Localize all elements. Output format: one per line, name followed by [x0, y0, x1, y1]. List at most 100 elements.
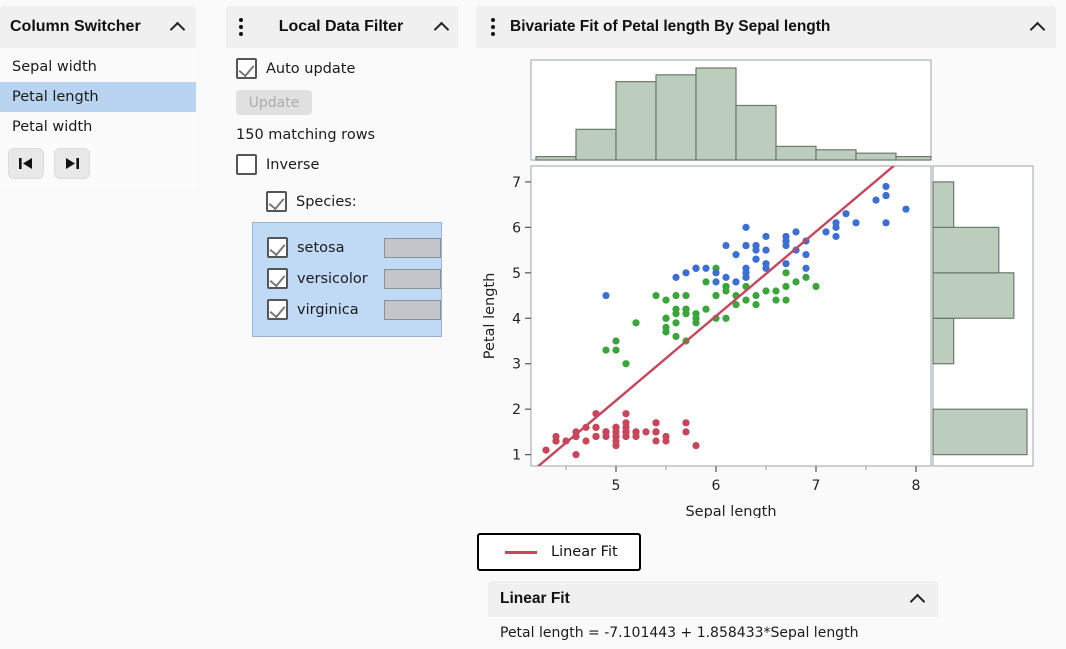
local-data-filter-header[interactable]: Local Data Filter — [226, 6, 458, 48]
data-point — [682, 310, 689, 317]
chevron-up-icon[interactable] — [434, 19, 450, 35]
list-item-setosa[interactable]: setosa — [267, 232, 441, 263]
data-point — [882, 183, 889, 190]
skip-to-start-button[interactable] — [8, 148, 44, 179]
auto-update-label: Auto update — [266, 61, 355, 77]
data-point — [732, 278, 739, 285]
versicolor-checkbox[interactable] — [267, 268, 288, 289]
top-histogram-bar — [816, 150, 856, 160]
svg-text:3: 3 — [512, 357, 521, 373]
data-point — [672, 292, 679, 299]
top-histogram-bar — [776, 146, 816, 160]
kebab-menu-icon[interactable] — [234, 18, 248, 36]
sidebar-item-sepal-width[interactable]: Sepal width — [0, 52, 196, 82]
kebab-menu-icon[interactable] — [486, 18, 500, 36]
data-point — [552, 437, 559, 444]
species-checkbox[interactable] — [266, 191, 287, 212]
data-point — [782, 260, 789, 267]
inverse-row[interactable]: Inverse — [236, 154, 458, 175]
data-point — [622, 410, 629, 417]
data-point — [672, 306, 679, 313]
data-point — [652, 428, 659, 435]
species-row[interactable]: Species: — [266, 191, 458, 212]
data-point — [782, 296, 789, 303]
data-point — [782, 237, 789, 244]
data-point — [762, 287, 769, 294]
data-point — [712, 269, 719, 276]
update-button[interactable]: Update — [236, 90, 312, 115]
local-data-filter-panel: Local Data Filter Auto update Update 150… — [226, 6, 458, 337]
right-histogram-bar — [933, 182, 954, 227]
species-value-list: setosa versicolor virginica — [252, 222, 442, 337]
linear-fit-header[interactable]: Linear Fit — [488, 581, 938, 617]
top-histogram-bar — [896, 157, 931, 160]
versicolor-count-bar — [384, 269, 441, 289]
data-point — [772, 296, 779, 303]
data-point — [752, 301, 759, 308]
scatterplot-area: 12345675678Sepal lengthPetal length — [476, 48, 1056, 518]
data-point — [792, 228, 799, 235]
data-point — [682, 292, 689, 299]
data-point — [622, 424, 629, 431]
virginica-checkbox[interactable] — [267, 299, 288, 320]
auto-update-row[interactable]: Auto update — [236, 58, 458, 79]
top-histogram-bar — [856, 153, 896, 160]
linear-fit-panel: Linear Fit Petal length = -7.101443 + 1.… — [488, 581, 938, 641]
svg-text:2: 2 — [512, 402, 521, 418]
data-point — [612, 337, 619, 344]
data-point — [672, 333, 679, 340]
setosa-checkbox[interactable] — [267, 237, 288, 258]
data-point — [852, 219, 859, 226]
list-item-virginica[interactable]: virginica — [267, 294, 441, 325]
bivariate-fit-panel: Bivariate Fit of Petal length By Sepal l… — [476, 6, 1056, 518]
data-point — [742, 269, 749, 276]
bivariate-scatterplot[interactable]: 12345675678Sepal lengthPetal length — [476, 48, 1056, 518]
versicolor-label: versicolor — [297, 271, 375, 287]
data-point — [742, 224, 749, 231]
top-histogram-bar — [736, 105, 776, 160]
data-point — [902, 206, 909, 213]
virginica-count-bar — [384, 300, 441, 320]
data-point — [802, 265, 809, 272]
svg-text:7: 7 — [512, 175, 521, 191]
data-point — [692, 315, 699, 322]
data-point — [722, 242, 729, 249]
setosa-label: setosa — [297, 240, 375, 256]
data-point — [662, 437, 669, 444]
sidebar-item-petal-length[interactable]: Petal length — [0, 82, 196, 112]
column-switcher-header[interactable]: Column Switcher — [0, 6, 196, 48]
sidebar-item-petal-width[interactable]: Petal width — [0, 112, 196, 142]
data-point — [882, 219, 889, 226]
data-point — [652, 419, 659, 426]
data-point — [672, 274, 679, 281]
data-point — [632, 428, 639, 435]
data-point — [662, 328, 669, 335]
data-point — [712, 278, 719, 285]
column-switcher-nav — [0, 142, 196, 189]
right-histogram-bar — [933, 227, 999, 272]
column-switcher-panel: Column Switcher Sepal width Petal length… — [0, 6, 196, 189]
svg-text:4: 4 — [512, 311, 521, 327]
chevron-up-icon[interactable] — [910, 591, 926, 607]
inverse-checkbox[interactable] — [236, 154, 257, 175]
right-histogram-bar — [933, 273, 1014, 318]
data-point — [742, 296, 749, 303]
setosa-count-bar — [384, 238, 441, 258]
chevron-up-icon[interactable] — [170, 19, 186, 35]
list-item-versicolor[interactable]: versicolor — [267, 263, 441, 294]
skip-to-end-icon — [63, 156, 81, 171]
linear-fit-equation: Petal length = -7.101443 + 1.858433*Sepa… — [500, 625, 938, 641]
bivariate-fit-header[interactable]: Bivariate Fit of Petal length By Sepal l… — [476, 6, 1056, 48]
data-point — [752, 292, 759, 299]
data-point — [772, 287, 779, 294]
svg-text:6: 6 — [512, 220, 521, 236]
data-point — [882, 192, 889, 199]
data-point — [572, 451, 579, 458]
auto-update-checkbox[interactable] — [236, 58, 257, 79]
linear-fit-legend-line — [505, 551, 537, 554]
species-label: Species: — [296, 194, 357, 210]
skip-to-end-button[interactable] — [54, 148, 90, 179]
legend[interactable]: Linear Fit — [477, 533, 641, 571]
data-point — [662, 315, 669, 322]
chevron-up-icon[interactable] — [1030, 19, 1046, 35]
